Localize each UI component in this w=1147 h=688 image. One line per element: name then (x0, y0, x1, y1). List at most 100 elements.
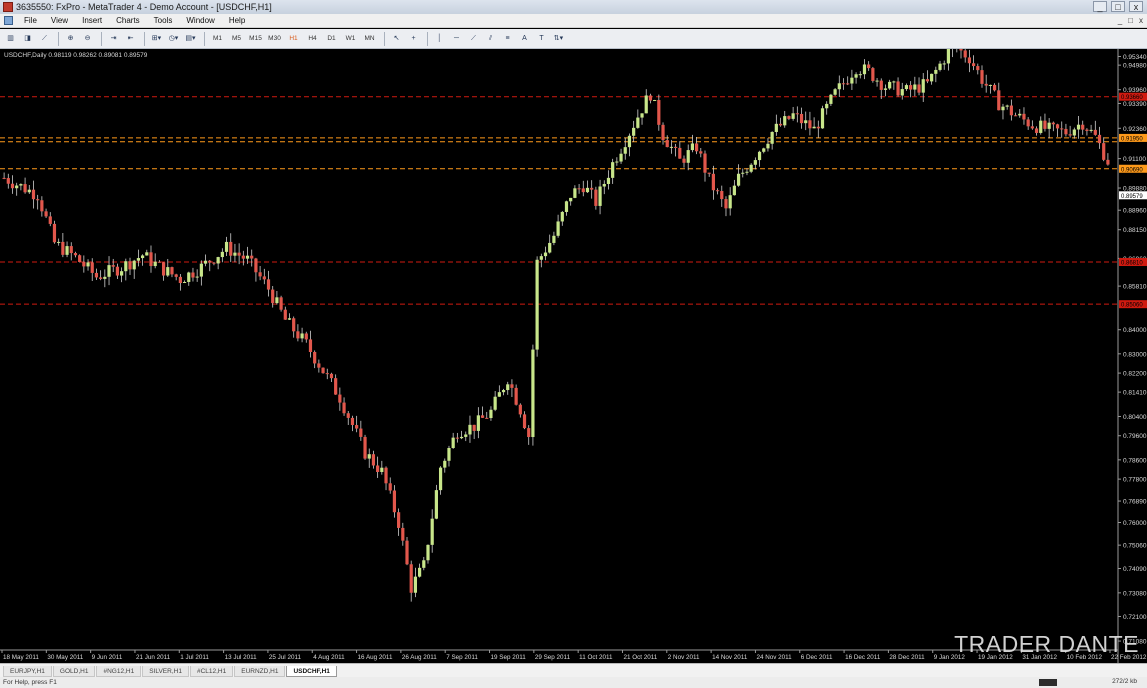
label-icon[interactable]: T (534, 31, 549, 46)
templates-icon[interactable]: ▤▾ (183, 31, 198, 46)
price-label: 0.81410 (1123, 390, 1147, 397)
candle-body (208, 260, 212, 263)
menu-charts[interactable]: Charts (109, 16, 147, 25)
candle-body (426, 544, 430, 561)
candle-body (342, 402, 346, 414)
timeframe-m1[interactable]: M1 (209, 31, 226, 46)
maximize-button[interactable]: □ (1111, 1, 1125, 12)
candle-body (359, 428, 363, 437)
tab-eurjpy[interactable]: EURJPY,H1 (3, 666, 52, 677)
channel-icon[interactable]: ⫽ (483, 31, 498, 46)
crosshair-icon[interactable]: + (406, 31, 421, 46)
text-icon[interactable]: A (517, 31, 532, 46)
candlestick-icon[interactable]: ◨ (20, 31, 35, 46)
timeframe-m15[interactable]: M15 (247, 31, 264, 46)
zoom-out-icon[interactable]: ⊖ (80, 31, 95, 46)
candle-body (136, 258, 141, 261)
timeframe-h1[interactable]: H1 (285, 31, 302, 46)
tab-eurnzd[interactable]: EURNZD,H1 (234, 666, 286, 677)
tab-usdchf[interactable]: USDCHF,H1 (286, 666, 337, 677)
candle-body (552, 235, 556, 243)
chart-tabs: EURJPY,H1 GOLD,H1 #NG12,H1 SILVER,H1 #CL… (0, 663, 1147, 677)
chart-window-icon[interactable] (4, 16, 13, 25)
candle-body (959, 49, 963, 51)
candle-body (283, 309, 287, 320)
timeframe-m5[interactable]: M5 (228, 31, 245, 46)
menu-window[interactable]: Window (179, 16, 221, 25)
status-traffic: 272/2 kb (1112, 678, 1137, 685)
candle-body (1001, 106, 1005, 111)
horizontal-line-icon[interactable]: ─ (449, 31, 464, 46)
timeframe-w1[interactable]: W1 (342, 31, 359, 46)
candle-body (770, 131, 774, 144)
menu-view[interactable]: View (44, 16, 75, 25)
candle-body (594, 189, 598, 206)
price-label: 0.83000 (1123, 351, 1147, 358)
candle-body (791, 113, 795, 119)
bar-chart-icon[interactable]: ▥ (3, 31, 18, 46)
chart-minimize-button[interactable]: _ (1118, 16, 1122, 25)
vertical-line-icon[interactable]: │ (432, 31, 447, 46)
trendline-icon[interactable]: ⟋ (466, 31, 481, 46)
price-chart[interactable]: 0.95340 0.94980 0.93960 0.93390 0.92360 0.911… (0, 49, 1147, 663)
chart-shift-icon[interactable]: ⇤ (123, 31, 138, 46)
arrows-icon[interactable]: ⇅▾ (551, 31, 566, 46)
candle-body (510, 384, 514, 388)
tab-cl12[interactable]: #CL12,H1 (189, 666, 234, 677)
chart-close-button[interactable]: x (1139, 16, 1143, 25)
tab-silver[interactable]: SILVER,H1 (142, 666, 189, 677)
close-button[interactable]: x (1129, 1, 1143, 12)
price-label: 0.82200 (1123, 371, 1147, 378)
timeframe-d1[interactable]: D1 (323, 31, 340, 46)
candle-body (648, 95, 653, 101)
candle-body (275, 297, 279, 304)
tab-gold[interactable]: GOLD,H1 (52, 666, 96, 677)
timeframe-m30[interactable]: M30 (266, 31, 283, 46)
candle-body (778, 123, 783, 126)
zoom-in-icon[interactable]: ⊕ (63, 31, 78, 46)
candle-body (1093, 129, 1097, 135)
candle-body (350, 417, 355, 426)
menu-file[interactable]: File (17, 16, 44, 25)
menu-help[interactable]: Help (222, 16, 252, 25)
candle-body (888, 81, 892, 89)
menu-tools[interactable]: Tools (147, 16, 180, 25)
chart-restore-button[interactable]: □ (1128, 16, 1133, 25)
fibonacci-icon[interactable]: ≡ (500, 31, 515, 46)
line-chart-icon[interactable]: ⟋ (37, 31, 52, 46)
cursor-icon[interactable]: ↖ (389, 31, 404, 46)
timeframe-mn[interactable]: MN (361, 31, 378, 46)
candle-body (560, 211, 564, 222)
menu-insert[interactable]: Insert (75, 16, 109, 25)
time-label: 26 Aug 2011 (402, 654, 437, 661)
tab-ng12[interactable]: #NG12,H1 (96, 666, 142, 677)
candle-body (984, 83, 988, 86)
level-price-label: 0.86810 (1121, 261, 1143, 267)
price-label: 0.72100 (1123, 614, 1147, 621)
time-label: 16 Dec 2011 (845, 654, 881, 661)
candle-body (753, 160, 757, 165)
chart-canvas[interactable]: 0.953400.949800.939600.933900.923600.911… (0, 49, 1147, 663)
candle-body (783, 116, 787, 126)
candle-body (615, 161, 619, 163)
candle-body (514, 387, 518, 405)
candle-body (619, 153, 623, 162)
candle-body (317, 363, 321, 368)
price-label: 0.85810 (1123, 284, 1147, 291)
minimize-button[interactable]: _ (1093, 1, 1107, 12)
time-label: 14 Nov 2011 (712, 654, 748, 661)
candle-body (501, 390, 506, 393)
indicators-icon[interactable]: ⊞▾ (149, 31, 164, 46)
candle-body (795, 113, 799, 115)
candle-body (904, 85, 909, 90)
candle-body (174, 274, 178, 277)
toolbar-separator (144, 31, 145, 46)
toolbar: ▥ ◨ ⟋ ⊕ ⊖ ⇥ ⇤ ⊞▾ ◷▾ ▤▾ M1 M5 M15 M30 H1 … (0, 29, 1147, 49)
timeframe-h4[interactable]: H4 (304, 31, 321, 46)
candle-body (762, 148, 766, 152)
candle-body (224, 241, 229, 252)
periods-icon[interactable]: ◷▾ (166, 31, 181, 46)
autoscroll-icon[interactable]: ⇥ (106, 31, 121, 46)
candle-body (57, 241, 61, 243)
candle-body (611, 162, 615, 178)
